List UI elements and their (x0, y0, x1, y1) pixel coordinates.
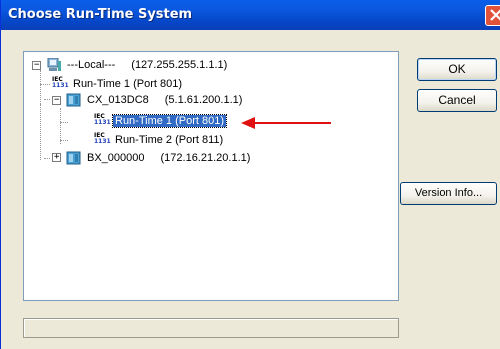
close-icon (490, 9, 500, 21)
tree-item-label: Run-Time 1 (Port 801) (73, 78, 183, 90)
iec-bottom: 1131 (52, 82, 69, 89)
tree-item-label: Run-Time 1 (Port 801) (111, 114, 228, 128)
tree-item-label: BX_000000 (87, 152, 145, 164)
iec-runtime-icon: IEC 1131 (52, 77, 69, 91)
plc-device-icon (66, 93, 82, 107)
tree-item-runtime-1-local[interactable]: IEC 1131 Run-Time 1 (Port 801) (52, 76, 184, 92)
tree-item-address: (5.1.61.200.1.1) (164, 94, 243, 106)
tree-item-label: Run-Time 2 (Port 811) (115, 134, 224, 146)
window-title: Choose Run-Time System (8, 7, 193, 22)
dialog-window: Choose Run-Time System − ---Local--- (12… (0, 0, 500, 349)
cancel-button[interactable]: Cancel (417, 89, 497, 112)
tree-item-local[interactable]: ---Local--- (127.255.255.1.1.1) (46, 57, 227, 73)
tree-item-runtime-2-cx[interactable]: IEC 1131 Run-Time 2 (Port 811) (94, 132, 225, 148)
close-button[interactable] (485, 5, 500, 26)
tree-item-cx-013dc8[interactable]: CX_013DC8 (5.1.61.200.1.1) (66, 92, 242, 108)
pointer-arrow-icon (241, 117, 331, 129)
iec-bottom: 1131 (94, 119, 111, 126)
title-bar[interactable]: Choose Run-Time System (1, 0, 500, 30)
tree-item-label: ---Local--- (67, 59, 116, 71)
plc-device-icon (66, 151, 82, 165)
tree-item-runtime-1-cx[interactable]: IEC 1131 Run-Time 1 (Port 801) (94, 113, 228, 129)
iec-bottom: 1131 (94, 138, 111, 145)
tree-item-address: (172.16.21.20.1.1) (160, 152, 251, 164)
tree-item-label: CX_013DC8 (87, 94, 149, 106)
computer-icon (46, 57, 62, 72)
runtime-tree[interactable]: − ---Local--- (127.255.255.1.1.1) IEC 113… (23, 51, 399, 301)
version-info-button[interactable]: Version Info... (400, 182, 497, 205)
collapse-toggle-cx[interactable]: − (52, 96, 61, 105)
collapse-toggle-local[interactable]: − (32, 61, 41, 70)
iec-runtime-icon: IEC 1131 (94, 133, 111, 147)
ok-button[interactable]: OK (417, 58, 497, 81)
iec-runtime-icon: IEC 1131 (94, 114, 111, 128)
tree-item-bx-000000[interactable]: BX_000000 (172.16.21.20.1.1) (66, 150, 250, 166)
status-field (23, 318, 399, 338)
tree-item-address: (127.255.255.1.1.1) (131, 59, 228, 71)
expand-toggle-bx[interactable]: + (52, 153, 61, 162)
